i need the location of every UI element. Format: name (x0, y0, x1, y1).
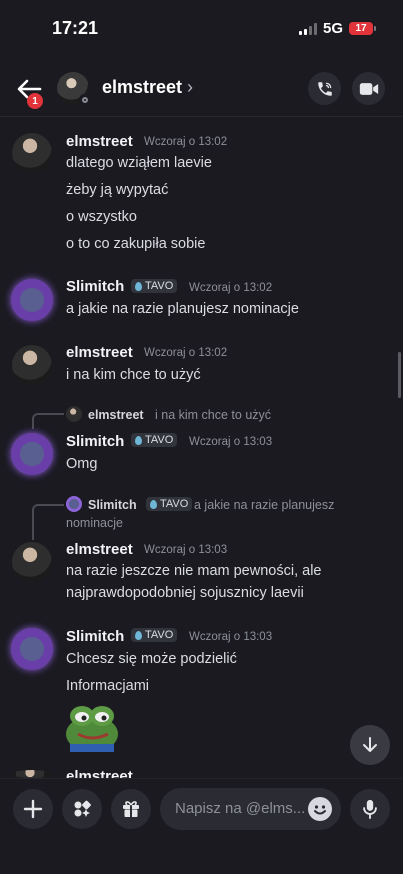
message-text[interactable]: o wszystko (66, 209, 137, 225)
reply-avatar (66, 406, 82, 422)
arrow-down-icon (363, 737, 377, 752)
avatar (12, 770, 52, 778)
voice-message-button[interactable] (350, 789, 390, 829)
guild-tag-label: TAVO (160, 498, 189, 510)
signal-icon (298, 22, 317, 35)
guild-tag[interactable]: TAVO (146, 497, 193, 511)
message-text[interactable]: i na kim chce to użyć (66, 367, 201, 383)
message-text[interactable]: na razie jeszcze nie mam pewności, ale (66, 563, 321, 579)
pepe-sticker[interactable] (64, 700, 120, 752)
message-timestamp: Wczoraj o 13:03 (144, 544, 228, 556)
drop-icon (135, 630, 142, 640)
gift-icon (123, 801, 139, 817)
message-author[interactable]: Slimitch (66, 628, 124, 645)
message-text[interactable]: Omg (66, 456, 97, 472)
gift-button[interactable] (111, 789, 151, 829)
message-text[interactable]: najprawdopodobniej sojusznicy laevii (66, 585, 304, 601)
battery-level: 17 (355, 23, 367, 34)
guild-tag[interactable]: TAVO (131, 433, 178, 447)
status-time: 17:21 (52, 18, 99, 38)
guild-tag-label: TAVO (145, 629, 174, 641)
message-author[interactable]: Slimitch (66, 278, 124, 295)
reply-author[interactable]: Slimitch (88, 498, 137, 512)
apps-icon (74, 800, 91, 817)
message-text[interactable]: a jakie na razie planujesz nominacje (66, 301, 299, 317)
guild-tag[interactable]: TAVO (131, 628, 178, 642)
emoji-icon[interactable] (308, 797, 332, 821)
network-type: 5G (322, 20, 343, 37)
guild-tag[interactable]: TAVO (131, 279, 178, 293)
scrollbar[interactable] (398, 352, 401, 398)
message-text[interactable]: Informacjami (66, 678, 149, 694)
message-timestamp: Wczoraj o 13:03 (189, 436, 273, 448)
message-author: elmstreet (66, 768, 133, 778)
unread-badge: 1 (27, 93, 43, 109)
reply-connector (32, 504, 64, 540)
message-timestamp: Wczoraj o 13:02 (189, 282, 273, 294)
avatar[interactable] (11, 433, 53, 475)
emoji-face (314, 805, 326, 815)
plus-icon (23, 799, 43, 819)
chevron-right-icon[interactable]: › (187, 77, 193, 98)
battery-icon: 17 (349, 22, 376, 35)
avatar[interactable] (12, 133, 52, 173)
drop-icon (135, 281, 142, 291)
message-input-placeholder[interactable]: Napisz na @elms... (175, 800, 305, 817)
message-timestamp: Wczoraj o 13:02 (144, 136, 228, 148)
drop-icon (150, 499, 157, 509)
message-author[interactable]: elmstreet (66, 344, 133, 361)
reply-preview[interactable]: a jakie na razie planujesz (194, 498, 334, 512)
message-author[interactable]: elmstreet (66, 541, 133, 558)
guild-tag-label: TAVO (145, 434, 174, 446)
status-indicators: 5G 17 (298, 20, 376, 37)
message-text[interactable]: dlatego wziąłem laevie (66, 155, 212, 171)
message-timestamp: Wczoraj o 13:02 (144, 347, 228, 359)
drop-icon (135, 435, 142, 445)
avatar[interactable] (11, 279, 53, 321)
reply-preview-continued[interactable]: nominacje (66, 516, 123, 530)
reply-avatar (66, 496, 82, 512)
jump-to-present-button[interactable] (350, 725, 390, 765)
video-camera-icon (359, 82, 378, 95)
video-call-button[interactable] (352, 72, 385, 105)
header-username[interactable]: elmstreet (102, 77, 182, 98)
avatar[interactable] (12, 345, 52, 385)
microphone-icon (363, 799, 377, 819)
reply-author[interactable]: elmstreet (88, 408, 144, 422)
reply-connector (32, 413, 64, 429)
message-author[interactable]: elmstreet (66, 133, 133, 150)
status-idle-indicator (79, 94, 90, 105)
message-text[interactable]: Chcesz się może podzielić (66, 651, 237, 667)
message-author[interactable]: Slimitch (66, 433, 124, 450)
phone-icon (317, 81, 332, 96)
header-divider (0, 116, 403, 117)
message-text[interactable]: o to co zakupiła sobie (66, 236, 205, 252)
attach-button[interactable] (13, 789, 53, 829)
reply-preview[interactable]: i na kim chce to użyć (155, 408, 271, 422)
call-button[interactable] (308, 72, 341, 105)
guild-tag-label: TAVO (145, 280, 174, 292)
message-timestamp: Wczoraj o 13:03 (189, 631, 273, 643)
message-text[interactable]: żeby ją wypytać (66, 182, 168, 198)
apps-button[interactable] (62, 789, 102, 829)
avatar[interactable] (12, 542, 52, 582)
avatar[interactable] (11, 628, 53, 670)
